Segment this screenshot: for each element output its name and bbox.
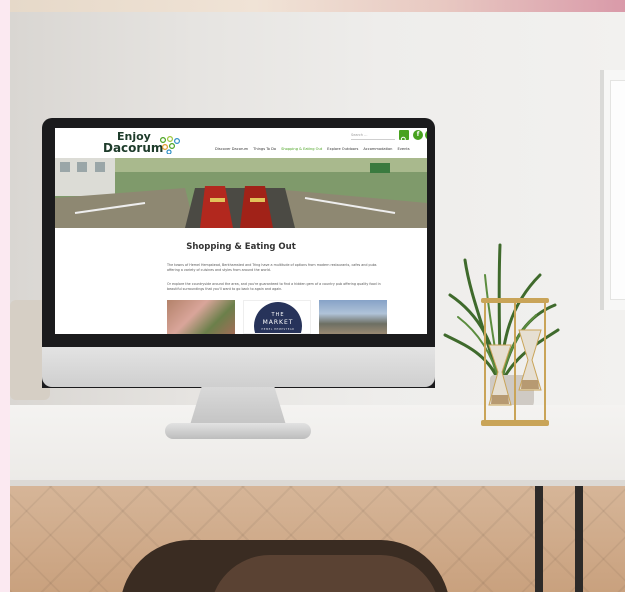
monitor-chin [42,347,435,387]
intro-paragraph: The towns of Hemel Hempstead, Berkhamste… [167,263,377,272]
market-badge: THE MARKET HEMEL HEMPSTEAD [254,302,302,333]
desk-leg-left [535,486,543,592]
market-badge-market: MARKET [262,319,294,326]
search-icon [400,136,407,143]
window-pane [610,80,625,300]
desk-edge [10,480,625,486]
logo-dots-icon [159,136,181,154]
window [600,70,625,310]
monitor-screen: Enjoy Dacorum Search ... f Discover Daco… [55,128,427,334]
market-badge-location: HEMEL HEMPSTEAD [261,328,295,331]
top-strip [10,0,625,12]
logo-text-dacorum: Dacorum [103,141,164,155]
search-input[interactable]: Search ... [351,131,395,140]
market-badge-the: THE [271,312,285,318]
explore-paragraph: Or explore the countryside around the ar… [167,282,381,291]
monitor-bezel-bottom [55,334,427,347]
hero-image [55,158,427,228]
chair-seat [210,555,440,592]
main-nav: Discover Dacorum Things To Do Shopping &… [215,147,427,155]
monitor-base [165,423,311,439]
twitter-icon[interactable] [425,130,427,140]
monitor-stand [190,387,286,425]
nav-item-shopping[interactable]: Shopping & Eating Out [281,147,322,155]
desk-leg-right [575,486,583,592]
street-thumbnail[interactable] [319,300,387,334]
food-thumbnail[interactable] [167,300,235,334]
monitor-bezel-right [426,130,435,335]
nav-item-events[interactable]: Events [397,147,409,155]
nav-item-accommodation[interactable]: Accommodation [363,147,392,155]
market-thumbnail[interactable]: THE MARKET HEMEL HEMPSTEAD [243,300,311,334]
hourglass [481,298,549,426]
site-logo[interactable]: Enjoy Dacorum [103,131,183,157]
site-header: Enjoy Dacorum Search ... f Discover Daco… [55,128,427,158]
nav-item-outdoors[interactable]: Explore Outdoors [327,147,358,155]
facebook-icon[interactable]: f [413,130,423,140]
search-button[interactable] [399,130,409,143]
nav-item-discover[interactable]: Discover Dacorum [215,147,248,155]
page-title: Shopping & Eating Out [186,242,296,252]
nav-item-things-to-do[interactable]: Things To Do [253,147,276,155]
